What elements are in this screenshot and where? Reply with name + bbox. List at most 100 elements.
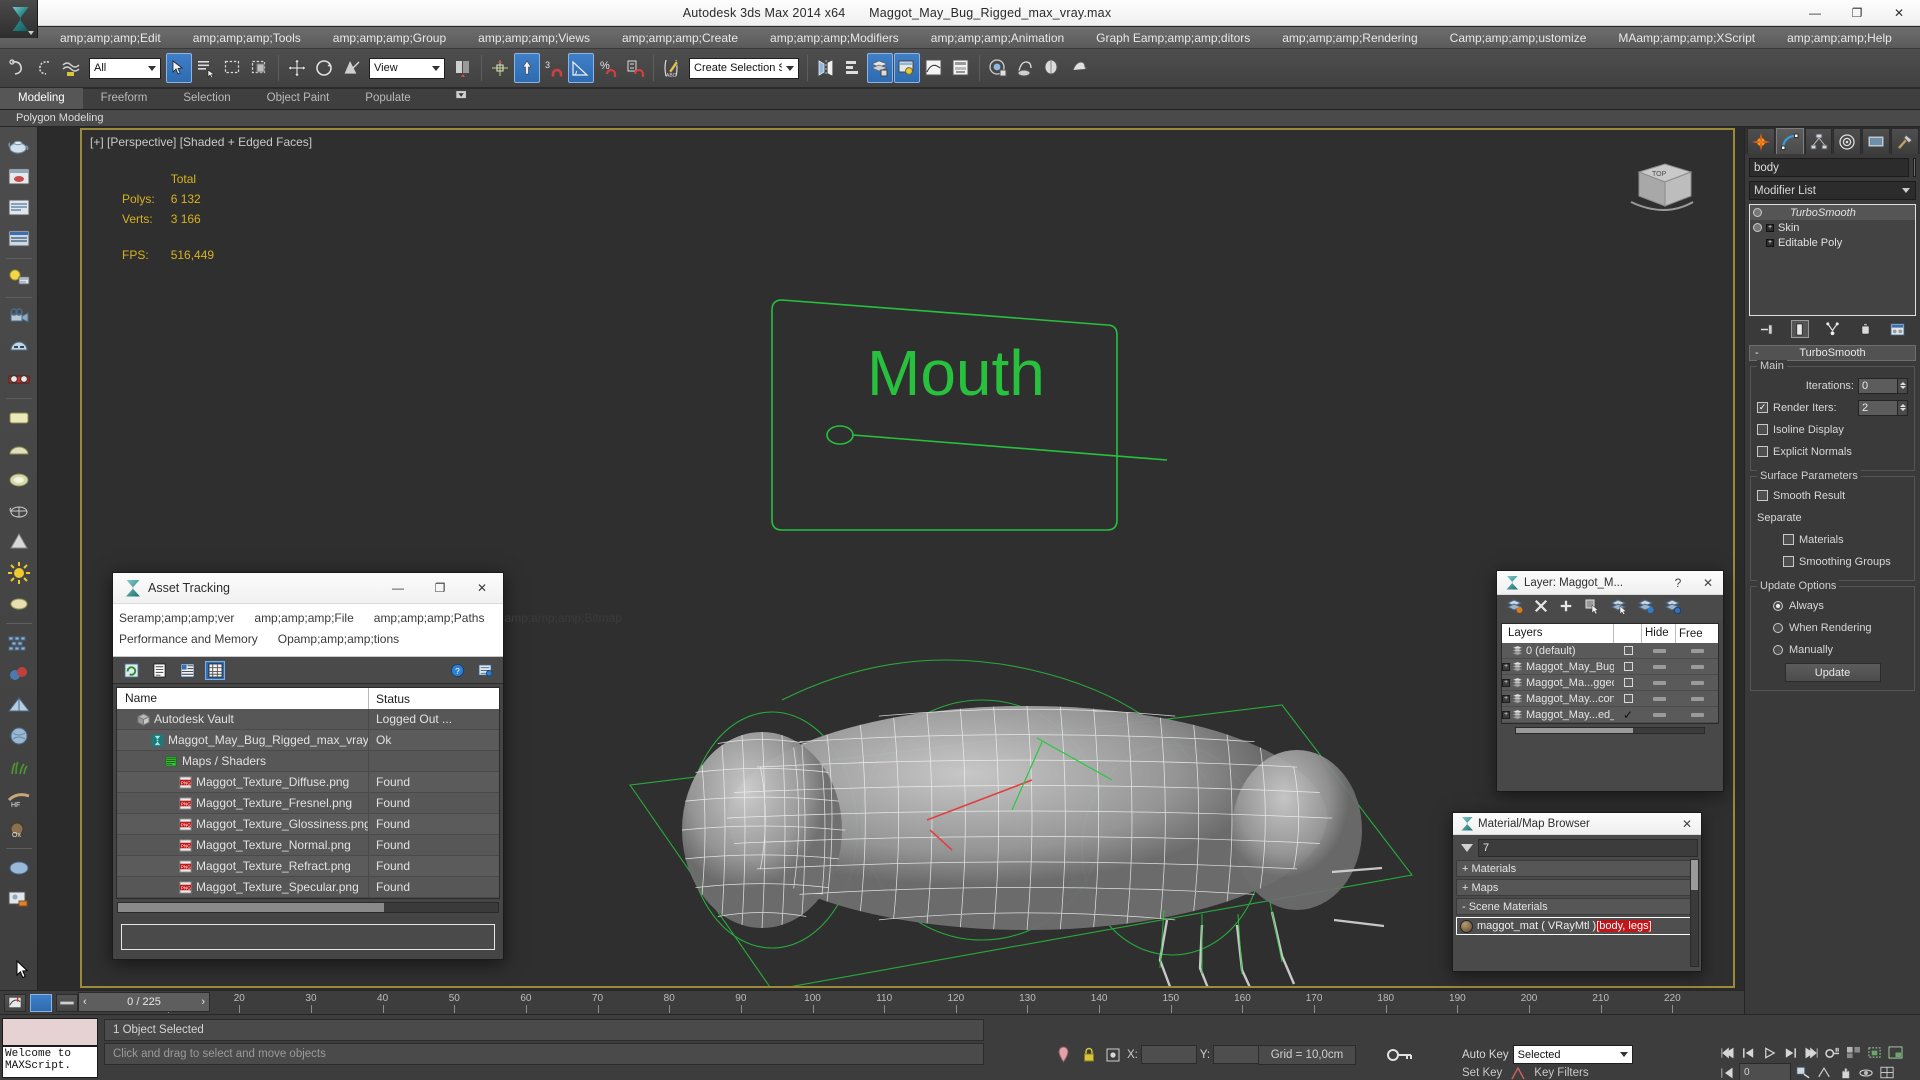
layer-freeze-toggle[interactable] [1690,696,1704,701]
maximize-button[interactable]: ❐ [1836,0,1878,26]
select-object-icon[interactable] [166,53,192,83]
update-mode-when-rendering[interactable]: When Rendering [1757,618,1908,637]
smooth-result-checkbox[interactable] [1757,490,1768,501]
isolate-selection-icon[interactable] [1050,1046,1076,1063]
layer-current-checkbox[interactable] [1623,646,1633,655]
key-mode-toggle-icon[interactable] [1385,1040,1415,1070]
render-frame-window-icon[interactable] [4,162,34,192]
modifier-stack-item[interactable]: + Skin [1750,220,1915,235]
teapot-icon[interactable] [4,496,34,526]
modifier-stack-item[interactable]: + Editable Poly [1750,235,1915,250]
layer-properties-icon[interactable] [1664,598,1682,619]
snaps-toggle-icon[interactable]: 3 [541,53,567,83]
menu-item-4[interactable]: amp;amp;amp;Create [606,27,754,49]
key-mode-combo[interactable]: Selected [1512,1045,1633,1064]
render-image-icon[interactable] [4,884,34,914]
render-iters-field[interactable]: 2 [1858,399,1898,416]
expand-icon[interactable]: + [1502,662,1510,671]
render-iters-checkbox[interactable]: ✓ [1757,402,1768,413]
ribbon-overflow-icon[interactable] [437,86,487,109]
layer-manager-icon[interactable] [867,53,893,83]
vray-plane-icon[interactable] [4,690,34,720]
list-view-icon[interactable] [149,661,169,680]
iterations-field[interactable]: 0 [1858,377,1898,394]
go-to-end-icon[interactable] [1802,1043,1821,1062]
safe-frames-icon[interactable] [4,333,34,363]
material-sphere-icon[interactable] [4,853,34,883]
asset-menu-item-0[interactable]: Seramp;amp;amp;ver [119,611,234,625]
stereo-camera-icon[interactable] [4,364,34,394]
display-tab[interactable] [1862,128,1891,154]
key-filters-button[interactable]: Key Filters [1534,1067,1588,1079]
selection-filter-combo[interactable]: All [89,57,161,79]
modifier-enable-icon[interactable] [1753,208,1762,217]
time-field[interactable] [56,993,78,1012]
align-icon[interactable] [840,53,866,83]
close-button[interactable]: ✕ [1878,0,1920,26]
asset-menu-item-2[interactable]: amp;amp;amp;Paths [374,611,485,625]
bind-space-warp-icon[interactable] [58,53,84,83]
orbit-view-icon[interactable] [1856,1063,1875,1080]
browser-options-icon[interactable] [1461,844,1473,852]
ribbon-tab-selection[interactable]: Selection [165,88,248,109]
render-iters-spinner[interactable] [1898,399,1908,416]
go-to-start-icon[interactable] [1718,1043,1737,1062]
object-color-swatch[interactable] [1913,158,1916,177]
show-end-result-icon[interactable] [1790,320,1809,338]
minimize-button[interactable]: — [1794,0,1836,26]
layer-hide-cell[interactable] [1642,664,1676,669]
material-browser-close[interactable]: ✕ [1673,813,1701,835]
object-name-field[interactable] [1749,158,1909,177]
expand-icon[interactable]: + [1502,710,1510,719]
menu-item-7[interactable]: Graph Eamp;amp;amp;ditors [1080,27,1266,49]
layer-column-freeze[interactable]: Free [1676,628,1718,640]
layer-horizontal-scrollbar[interactable] [1515,727,1705,734]
asset-row[interactable]: Maggot_May_Bug_Rigged_max_vray.max Ok [117,729,499,751]
hierarchy-tab[interactable] [1804,128,1833,154]
named-selection-sets-icon[interactable]: ABC [659,53,685,83]
render-settings-icon[interactable] [4,224,34,254]
layer-column-hide[interactable]: Hide [1642,624,1676,643]
update-mode-manually[interactable]: Manually [1757,640,1908,659]
select-objects-icon[interactable] [1584,598,1600,619]
isoline-display-checkbox[interactable] [1757,424,1768,435]
render-production-icon[interactable] [1066,53,1092,83]
select-rotate-icon[interactable] [311,53,337,83]
material-editor-icon[interactable] [985,53,1011,83]
vray-sphere-fade-icon[interactable] [4,659,34,689]
select-by-name-icon[interactable] [193,53,219,83]
view-cube[interactable]: TOP [1625,156,1699,218]
menu-item-11[interactable]: amp;amp;amp;Help [1771,27,1908,49]
select-scale-icon[interactable] [338,53,364,83]
use-center-icon[interactable] [487,53,513,83]
render-setup-icon[interactable] [1012,53,1038,83]
isoline-display-row[interactable]: Isoline Display [1757,420,1908,439]
material-map-browser-dialog[interactable]: Material/Map Browser ✕ + Materials + Map… [1452,812,1702,972]
use-pivot-point-center-icon[interactable] [450,53,476,83]
field-of-view-icon[interactable] [1814,1063,1833,1080]
vray-sphere-icon[interactable] [4,721,34,751]
lock-selection-icon[interactable] [1079,1047,1099,1062]
material-browser-scrollbar[interactable] [1690,859,1699,967]
select-move-icon[interactable] [284,53,310,83]
refresh-icon[interactable] [121,661,141,680]
ribbon-tab-modeling[interactable]: Modeling [0,88,83,109]
layer-row[interactable]: + Maggot_May...ed_l ✓ [1502,707,1718,723]
asset-tracking-horizontal-scrollbar[interactable] [117,902,499,913]
group-materials[interactable]: + Materials [1456,860,1698,877]
menu-item-1[interactable]: amp;amp;amp;Tools [177,27,317,49]
cone-primitive-icon[interactable] [4,527,34,557]
pin-stack-icon[interactable] [1758,320,1776,338]
auto-key-button[interactable]: Auto Key [1462,1049,1509,1061]
separate-materials-checkbox[interactable] [1783,534,1794,545]
layer-freeze-cell[interactable] [1676,648,1718,653]
menu-item-9[interactable]: Camp;amp;amp;ustomize [1434,27,1603,49]
spinner-snap-icon[interactable] [622,53,648,83]
percent-snap-icon[interactable]: % [595,53,621,83]
asset-row[interactable]: PNG Maggot_Texture_Glossiness.png Found [117,813,499,835]
previous-frame-icon[interactable] [1739,1043,1758,1062]
layer-row[interactable]: + Maggot_May...cont [1502,691,1718,707]
update-mode-always[interactable]: Always [1757,596,1908,615]
maxscript-mini-listener[interactable]: Welcome to MAXScript. [2,1046,98,1078]
layer-current-cell[interactable] [1614,694,1642,703]
